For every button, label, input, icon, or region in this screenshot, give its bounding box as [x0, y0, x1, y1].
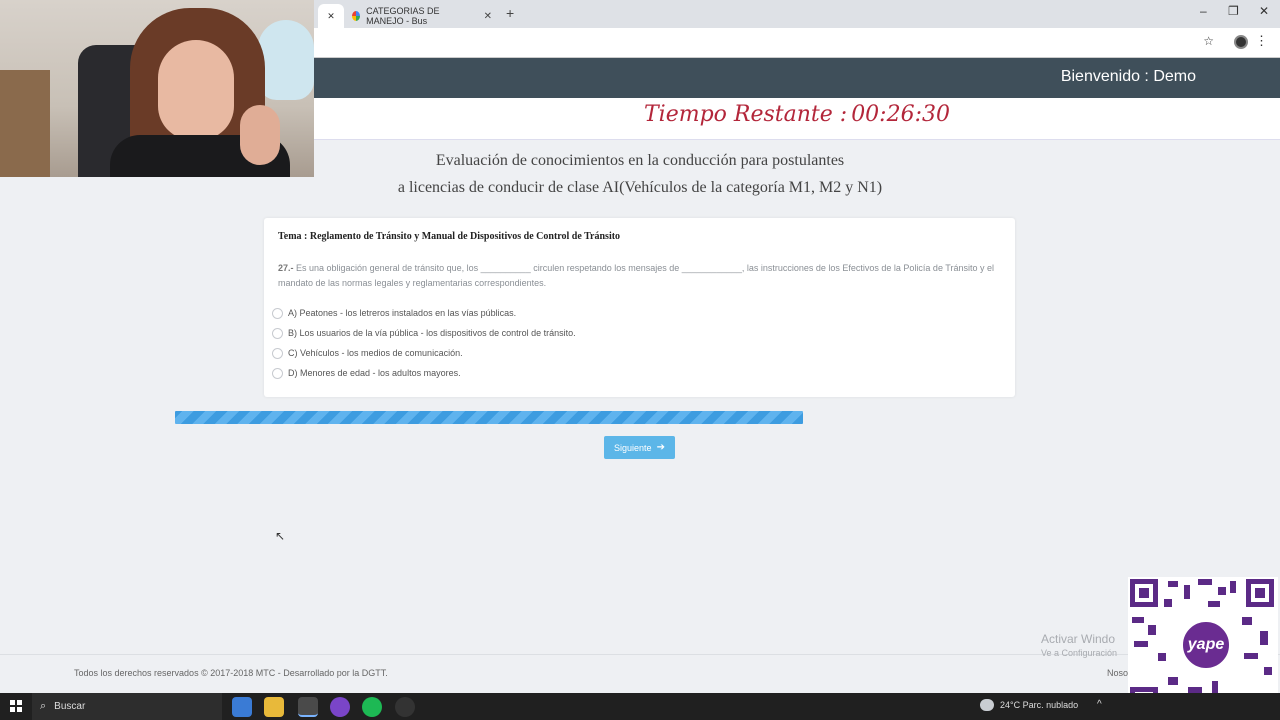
person-hand — [240, 105, 280, 165]
timer: Tiempo Restante :00:26:30 — [314, 102, 1280, 127]
arrow-right-icon: ➔ — [656, 442, 665, 453]
exam-title-line2: a licencias de conducir de clase AI(Vehí… — [397, 179, 883, 196]
radio-button[interactable] — [272, 367, 283, 379]
close-icon[interactable]: ✕ — [484, 11, 492, 22]
plush-toy — [258, 20, 314, 100]
browser-chrome: ✕ CATEGORIAS DE MANEJO - Bus ✕ + – ❐ ✕ ☆… — [314, 0, 1280, 58]
option-label: A) Peatones - los letreros instalados en… — [288, 308, 517, 318]
tab-label: CATEGORIAS DE MANEJO - Bus — [366, 6, 440, 26]
taskbar-search[interactable]: ⌕ Buscar — [32, 693, 222, 720]
weather-widget[interactable]: 24°C Parc. nublado — [980, 699, 1078, 711]
menu-kebab-icon[interactable]: ⋮ — [1255, 33, 1268, 49]
question-number: 27.- — [278, 263, 294, 273]
timer-label: Tiempo Restante : — [644, 102, 848, 127]
chrome-icon[interactable] — [298, 697, 318, 717]
timer-value: 00:26:30 — [851, 102, 950, 127]
radio-button[interactable] — [272, 307, 283, 319]
radio-button[interactable] — [272, 347, 283, 359]
option-label: D) Menores de edad - los adultos mayores… — [288, 368, 461, 378]
tab-active[interactable]: ✕ — [318, 4, 344, 28]
windows-start-icon[interactable] — [10, 700, 22, 712]
option-b[interactable]: B) Los usuarios de la vía pública - los … — [272, 323, 576, 343]
search-icon: ⌕ — [40, 700, 47, 712]
google-icon — [352, 11, 361, 21]
radio-button[interactable] — [272, 327, 283, 339]
welcome-text: Bienvenido : Demo — [1060, 68, 1196, 85]
option-label: C) Vehículos - los medios de comunicació… — [288, 348, 463, 358]
qr-finder — [1246, 579, 1274, 607]
background-shelf — [0, 70, 50, 177]
footer-copyright: Todos los derechos reservados © 2017-201… — [74, 668, 388, 678]
copilot-icon[interactable] — [232, 697, 252, 717]
timer-bar: Tiempo Restante :00:26:30 — [314, 98, 1280, 140]
restore-button[interactable]: ❐ — [1228, 4, 1239, 18]
answer-options: A) Peatones - los letreros instalados en… — [272, 303, 576, 383]
spotify-icon[interactable] — [362, 697, 382, 717]
taskbar-search-label: Buscar — [54, 701, 86, 712]
window-close-button[interactable]: ✕ — [1259, 4, 1269, 18]
cloud-icon — [980, 699, 994, 711]
new-tab-button[interactable]: + — [506, 5, 514, 21]
person-face — [158, 40, 234, 140]
mouse-cursor-icon: ↖ — [275, 529, 286, 543]
yape-logo: yape — [1180, 619, 1232, 671]
next-button[interactable]: Siguiente ➔ — [604, 436, 675, 459]
weather-text: 24°C Parc. nublado — [1000, 700, 1079, 710]
tab-categorias[interactable]: CATEGORIAS DE MANEJO - Bus ✕ — [348, 4, 498, 28]
progress-bar — [175, 411, 803, 424]
discord-icon[interactable] — [330, 697, 350, 717]
obs-icon[interactable] — [395, 697, 415, 717]
webcam-overlay — [0, 0, 314, 177]
question-body: Es una obligación general de tránsito qu… — [278, 263, 994, 288]
question-card: Tema : Reglamento de Tránsito y Manual d… — [264, 218, 1015, 397]
question-text: 27.- Es una obligación general de tránsi… — [278, 261, 1004, 291]
tray-chevron-icon[interactable]: ^ — [1097, 699, 1102, 710]
option-d[interactable]: D) Menores de edad - los adultos mayores… — [272, 363, 576, 383]
next-label: Siguiente — [614, 442, 652, 453]
option-c[interactable]: C) Vehículos - los medios de comunicació… — [272, 343, 576, 363]
address-bar[interactable] — [314, 28, 1280, 58]
minimize-button[interactable]: – — [1200, 4, 1207, 18]
windows-activation-title: Activar Windo — [1041, 632, 1116, 646]
windows-activation-subtitle: Ve a Configuración — [1041, 648, 1118, 658]
option-a[interactable]: A) Peatones - los letreros instalados en… — [272, 303, 576, 323]
profile-avatar[interactable] — [1234, 35, 1248, 49]
option-label: B) Los usuarios de la vía pública - los … — [288, 328, 576, 338]
bookmark-star-icon[interactable]: ☆ — [1203, 34, 1214, 48]
file-explorer-icon[interactable] — [264, 697, 284, 717]
footer-link[interactable]: Noso — [1107, 668, 1128, 678]
qr-finder — [1130, 579, 1158, 607]
question-topic: Tema : Reglamento de Tránsito y Manual d… — [278, 231, 621, 242]
page-header: Bienvenido : Demo — [314, 58, 1280, 98]
taskbar: ⌕ Buscar 24°C Parc. nublado ^ — [0, 693, 1280, 720]
close-icon[interactable]: ✕ — [327, 11, 335, 22]
